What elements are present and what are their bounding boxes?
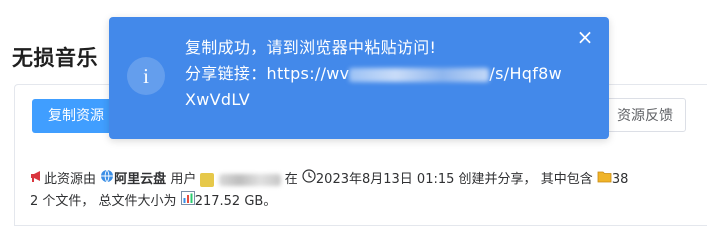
share-datetime: 2023年8月13日 01:15: [315, 172, 455, 187]
username-redacted: [218, 173, 281, 186]
copy-success-toast: i 复制成功，请到浏览器中粘贴访问! 分享链接：https://wv/s/Hqf…: [109, 17, 609, 139]
page-title: 无损音乐: [12, 46, 98, 70]
resource-info-line-1: 此资源由 阿里云盘 用户 在 2023年8月13日 01:15 创建并分享， 其…: [30, 169, 690, 190]
info-prefix: 此资源由: [44, 172, 97, 187]
share-link-start: https://wv: [266, 64, 350, 83]
toast-title: 复制成功，请到浏览器中粘贴访问!: [185, 38, 437, 57]
share-link-redacted: [349, 67, 490, 82]
megaphone-icon: [30, 169, 44, 190]
bar-chart-icon: [180, 191, 195, 212]
user-avatar: [200, 172, 215, 187]
close-icon[interactable]: ×: [575, 27, 595, 47]
file-count-text: 2 个文件，: [30, 194, 95, 209]
at-text: 在: [284, 172, 298, 187]
folder-icon: [597, 170, 612, 190]
folder-count: 38: [611, 172, 629, 187]
share-link-label: 分享链接：: [185, 64, 267, 83]
share-link-end: /s/Hqf8w: [489, 64, 563, 83]
resource-info-line-2: 2 个文件， 总文件大小为 217.52 GB。: [30, 191, 690, 212]
toast-message: 复制成功，请到浏览器中粘贴访问! 分享链接：https://wv/s/Hqf8w…: [185, 35, 575, 113]
total-size: 217.52 GB。: [194, 194, 277, 209]
contains-text: 其中包含: [540, 172, 593, 187]
share-link-continued: XwVdLV: [185, 90, 251, 109]
info-icon: i: [127, 57, 165, 95]
user-label: 用户: [170, 172, 197, 187]
clock-icon: [302, 169, 316, 190]
globe-icon: [100, 169, 114, 190]
created-text: 创建并分享，: [458, 172, 537, 187]
platform-name: 阿里云盘: [114, 172, 167, 187]
size-label: 总文件大小为: [98, 194, 177, 209]
copy-resource-button[interactable]: 复制资源: [32, 99, 120, 133]
toast-link-row: 分享链接：https://wv/s/Hqf8w: [185, 61, 575, 87]
